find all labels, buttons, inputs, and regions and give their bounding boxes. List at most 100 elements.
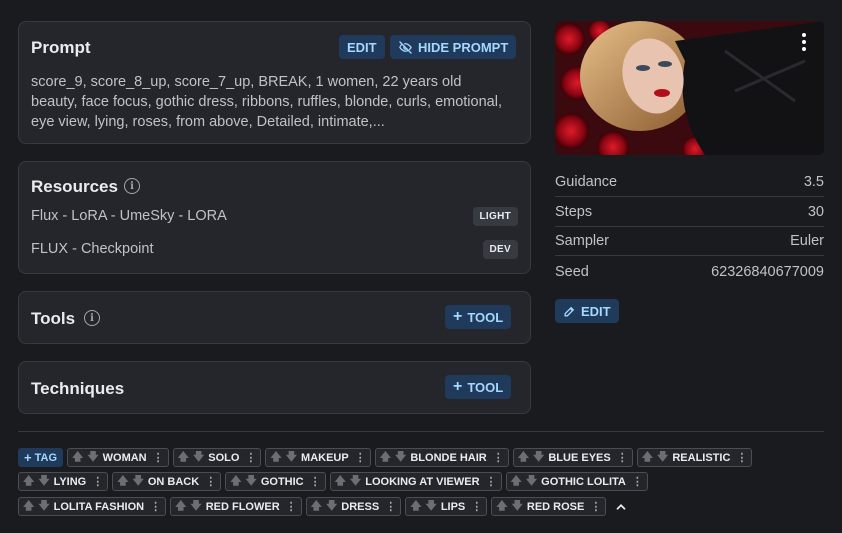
vote-down-icon[interactable]: 🡇 bbox=[326, 497, 337, 516]
tag-chip[interactable]: 🡅 🡇 LYING ⋮ bbox=[18, 472, 109, 491]
tag-chip[interactable]: 🡅 🡇 GOTHIC LOLITA ⋮ bbox=[505, 472, 648, 491]
hide-prompt-label: HIDE PROMPT bbox=[418, 39, 509, 55]
tag-menu-icon[interactable]: ⋮ bbox=[471, 500, 482, 513]
info-icon[interactable]: i bbox=[84, 310, 100, 326]
tag-label: REALISTIC bbox=[672, 451, 731, 464]
tag-menu-icon[interactable]: ⋮ bbox=[205, 475, 216, 488]
vote-down-icon[interactable]: 🡇 bbox=[657, 448, 668, 467]
add-tag-button[interactable]: + TAG bbox=[18, 448, 63, 467]
tag-menu-icon[interactable]: ⋮ bbox=[310, 475, 321, 488]
vote-down-icon[interactable]: 🡇 bbox=[246, 472, 257, 491]
tag-menu-icon[interactable]: ⋮ bbox=[150, 500, 161, 513]
image-menu-button[interactable] bbox=[802, 33, 806, 51]
tag-menu-icon[interactable]: ⋮ bbox=[355, 451, 366, 464]
tag-chip[interactable]: 🡅 🡇 SOLO ⋮ bbox=[172, 448, 262, 467]
tag-chip[interactable]: 🡅 🡇 REALISTIC ⋮ bbox=[636, 448, 753, 467]
vote-up-icon[interactable]: 🡅 bbox=[311, 497, 322, 516]
vote-down-icon[interactable]: 🡇 bbox=[193, 448, 204, 467]
vote-up-icon[interactable]: 🡅 bbox=[518, 448, 529, 467]
tag-label: MAKEUP bbox=[301, 451, 349, 464]
resource-item[interactable]: FLUX - Checkpoint DEV bbox=[31, 238, 518, 260]
meta-sampler: Sampler Euler bbox=[555, 227, 824, 256]
vote-down-icon[interactable]: 🡇 bbox=[190, 497, 201, 516]
vote-up-icon[interactable]: 🡅 bbox=[642, 448, 653, 467]
tag-label: LOLITA FASHION bbox=[53, 500, 145, 513]
vote-up-icon[interactable]: 🡅 bbox=[23, 472, 34, 491]
tags-row-1: + TAG 🡅 🡇 WOMAN ⋮ 🡅 🡇 SOLO ⋮ 🡅 🡇 MAKEUP ⋮ 🡅 🡇 BLONDE… bbox=[18, 448, 753, 467]
add-technique-button[interactable]: + TOOL bbox=[445, 375, 512, 399]
tags-row-3: 🡅 🡇 LOLITA FASHION ⋮ 🡅 🡇 RED FLOWER ⋮ 🡅 🡇 DRESS ⋮… bbox=[18, 497, 628, 516]
image-preview bbox=[555, 21, 824, 155]
tag-menu-icon[interactable]: ⋮ bbox=[632, 475, 643, 488]
vote-down-icon[interactable]: 🡇 bbox=[38, 472, 49, 491]
plus-icon: + bbox=[453, 308, 463, 325]
tag-chip[interactable]: 🡅 🡇 WOMAN ⋮ bbox=[67, 448, 169, 467]
tag-chip[interactable]: 🡅 🡇 LOOKING AT VIEWER ⋮ bbox=[329, 472, 502, 491]
vote-down-icon[interactable]: 🡇 bbox=[133, 472, 144, 491]
tag-label: SOLO bbox=[208, 451, 240, 464]
vote-up-icon[interactable]: 🡅 bbox=[175, 497, 186, 516]
vote-down-icon[interactable]: 🡇 bbox=[526, 472, 537, 491]
tag-menu-icon[interactable]: ⋮ bbox=[286, 500, 297, 513]
tag-chip[interactable]: 🡅 🡇 BLUE EYES ⋮ bbox=[512, 448, 633, 467]
generated-image[interactable] bbox=[555, 21, 824, 155]
vote-up-icon[interactable]: 🡅 bbox=[270, 448, 281, 467]
vote-up-icon[interactable]: 🡅 bbox=[335, 472, 346, 491]
add-tool-label: TOOL bbox=[467, 309, 504, 325]
tag-menu-icon[interactable]: ⋮ bbox=[590, 500, 601, 513]
tag-label: RED ROSE bbox=[526, 500, 585, 513]
tag-chip[interactable]: 🡅 🡇 MAKEUP ⋮ bbox=[265, 448, 371, 467]
info-icon[interactable]: i bbox=[124, 178, 140, 194]
tag-chip[interactable]: 🡅 🡇 ON BACK ⋮ bbox=[112, 472, 222, 491]
tag-chip[interactable]: 🡅 🡇 RED FLOWER ⋮ bbox=[170, 497, 302, 516]
meta-guidance: Guidance 3.5 bbox=[555, 168, 824, 197]
techniques-title: Techniques bbox=[31, 379, 125, 398]
tag-chip[interactable]: 🡅 🡇 BLONDE HAIR ⋮ bbox=[374, 448, 509, 467]
vote-down-icon[interactable]: 🡇 bbox=[38, 497, 49, 516]
resource-item[interactable]: Flux - LoRA - UmeSky - LORA LIGHT bbox=[31, 205, 518, 227]
divider bbox=[18, 431, 824, 432]
vote-down-icon[interactable]: 🡇 bbox=[350, 472, 361, 491]
tags-row-2: 🡅 🡇 LYING ⋮ 🡅 🡇 ON BACK ⋮ 🡅 🡇 GOTHIC ⋮ 🡅 🡇 LOOKING … bbox=[18, 472, 648, 491]
tag-menu-icon[interactable]: ⋮ bbox=[92, 475, 103, 488]
tag-chip[interactable]: 🡅 🡇 GOTHIC ⋮ bbox=[225, 472, 326, 491]
tag-menu-icon[interactable]: ⋮ bbox=[385, 500, 396, 513]
edit-prompt-button[interactable]: EDIT bbox=[339, 35, 385, 59]
edit-meta-button[interactable]: EDIT bbox=[555, 299, 619, 323]
tag-menu-icon[interactable]: ⋮ bbox=[493, 451, 504, 464]
tag-label: DRESS bbox=[341, 500, 380, 513]
resources-title: Resources bbox=[31, 177, 118, 196]
eye-off-icon bbox=[399, 40, 412, 54]
tools-title: Tools bbox=[31, 309, 76, 328]
tag-menu-icon[interactable]: ⋮ bbox=[486, 475, 497, 488]
vote-up-icon[interactable]: 🡅 bbox=[410, 497, 421, 516]
vote-up-icon[interactable]: 🡅 bbox=[230, 472, 241, 491]
tag-chip[interactable]: 🡅 🡇 LIPS ⋮ bbox=[405, 497, 488, 516]
pencil-icon bbox=[564, 306, 575, 316]
vote-down-icon[interactable]: 🡇 bbox=[286, 448, 297, 467]
vote-up-icon[interactable]: 🡅 bbox=[23, 497, 34, 516]
vote-down-icon[interactable]: 🡇 bbox=[87, 448, 98, 467]
vote-up-icon[interactable]: 🡅 bbox=[72, 448, 83, 467]
vote-down-icon[interactable]: 🡇 bbox=[426, 497, 437, 516]
resource-name: FLUX - Checkpoint bbox=[31, 241, 154, 257]
vote-up-icon[interactable]: 🡅 bbox=[117, 472, 128, 491]
tag-menu-icon[interactable]: ⋮ bbox=[736, 451, 747, 464]
vote-up-icon[interactable]: 🡅 bbox=[380, 448, 391, 467]
add-tool-button[interactable]: + TOOL bbox=[445, 305, 512, 329]
vote-down-icon[interactable]: 🡇 bbox=[395, 448, 406, 467]
vote-up-icon[interactable]: 🡅 bbox=[178, 448, 189, 467]
hide-prompt-button[interactable]: HIDE PROMPT bbox=[390, 35, 517, 59]
vote-down-icon[interactable]: 🡇 bbox=[512, 497, 523, 516]
vote-up-icon[interactable]: 🡅 bbox=[511, 472, 522, 491]
tag-chip[interactable]: 🡅 🡇 DRESS ⋮ bbox=[305, 497, 402, 516]
tag-menu-icon[interactable]: ⋮ bbox=[617, 451, 628, 464]
tag-chip[interactable]: 🡅 🡇 RED ROSE ⋮ bbox=[491, 497, 607, 516]
tag-menu-icon[interactable]: ⋮ bbox=[245, 451, 256, 464]
vote-down-icon[interactable]: 🡇 bbox=[533, 448, 544, 467]
tag-label: LYING bbox=[53, 475, 87, 488]
tag-chip[interactable]: 🡅 🡇 LOLITA FASHION ⋮ bbox=[18, 497, 167, 516]
tag-menu-icon[interactable]: ⋮ bbox=[153, 451, 164, 464]
vote-up-icon[interactable]: 🡅 bbox=[496, 497, 507, 516]
collapse-tags-button[interactable] bbox=[610, 497, 628, 516]
